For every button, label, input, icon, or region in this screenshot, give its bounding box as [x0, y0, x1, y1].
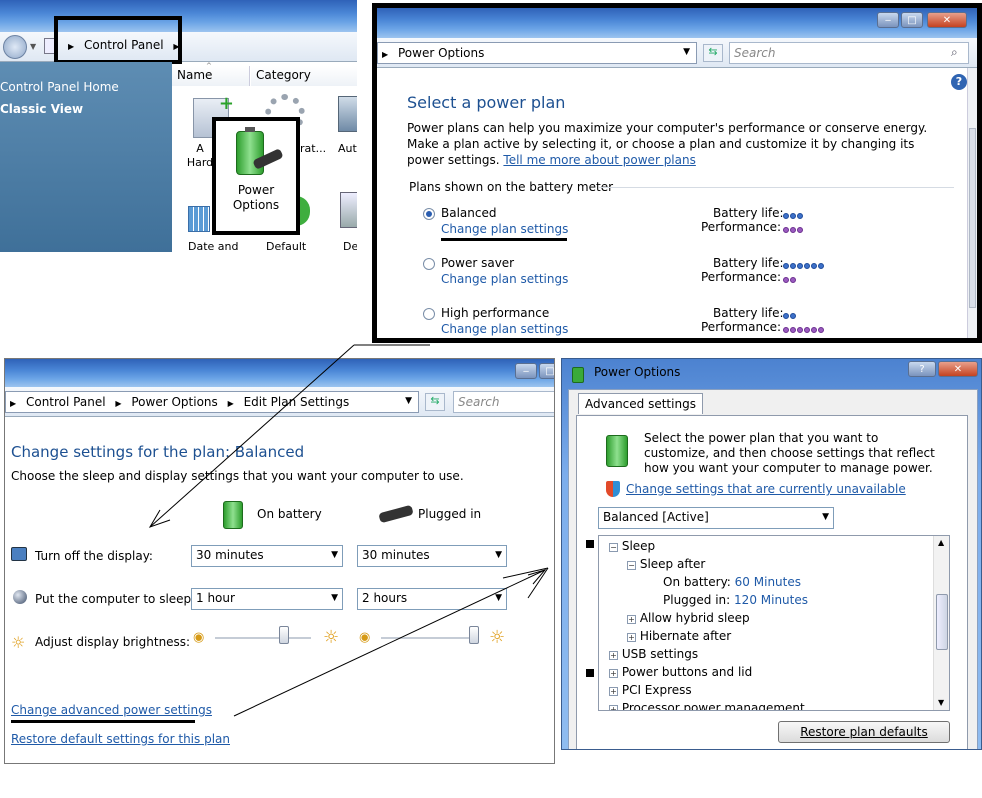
annotation-arrows: [148, 344, 549, 717]
